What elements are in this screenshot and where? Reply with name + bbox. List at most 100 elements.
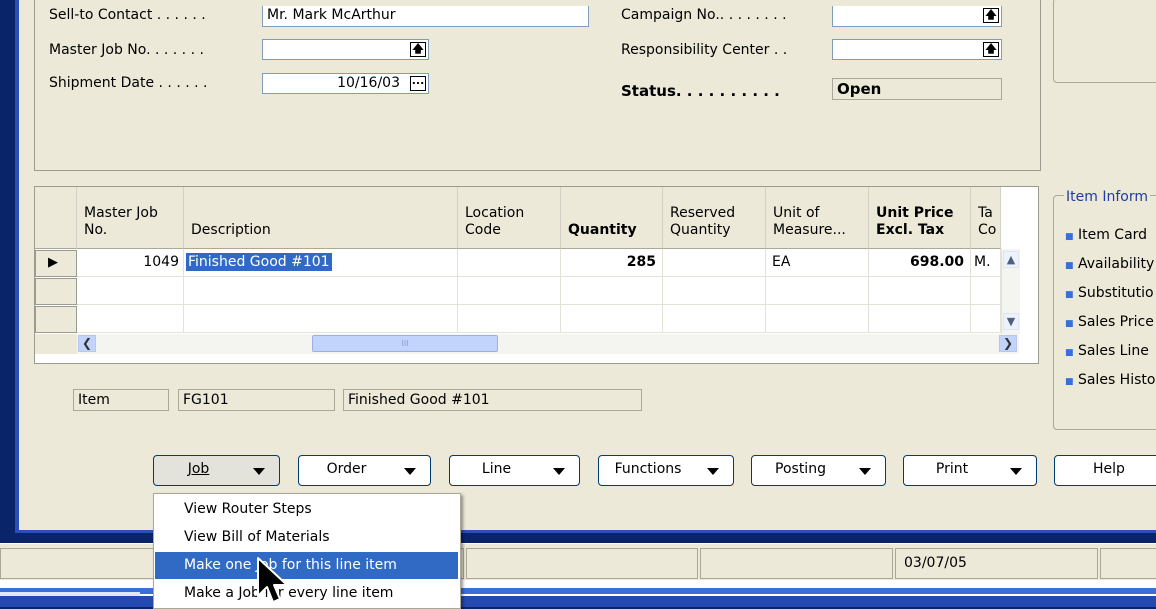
- status-value: Open: [832, 78, 1002, 100]
- cell-master-job-no[interactable]: 1049: [77, 249, 184, 277]
- column-label: Description: [191, 222, 271, 238]
- substitutions-link[interactable]: ■ Substitutio: [1065, 280, 1156, 309]
- master-job-no-label: Master Job No. . . . . . .: [49, 42, 204, 58]
- column-header-reserved-quantity[interactable]: Reserved Quantity: [663, 187, 766, 249]
- item-card-link[interactable]: ■ Item Card: [1065, 222, 1156, 251]
- line-type-field: Item: [73, 389, 169, 411]
- cell-unit-price[interactable]: 698.00: [869, 249, 971, 277]
- empty-cell[interactable]: [77, 305, 184, 333]
- column-label: Unit of: [773, 205, 820, 221]
- print-menu-button[interactable]: Print: [903, 455, 1037, 486]
- row-selector-current[interactable]: ▶: [35, 250, 77, 277]
- empty-cell[interactable]: [766, 277, 869, 305]
- taskbar-line: [0, 592, 140, 596]
- item-information-title: Item Inform: [1064, 189, 1150, 205]
- cell-quantity[interactable]: 285: [561, 249, 663, 277]
- horizontal-scrollbar[interactable]: ❮ III ❯: [77, 334, 1019, 354]
- chevron-down-icon: [707, 468, 719, 475]
- empty-cell[interactable]: [561, 277, 663, 305]
- chevron-down-icon: [1010, 468, 1022, 475]
- row-selector[interactable]: [35, 278, 77, 305]
- work-date: 03/07/05: [895, 548, 1098, 579]
- column-header-description[interactable]: Description: [184, 187, 458, 249]
- empty-cell[interactable]: [663, 305, 766, 333]
- sales-history-link-label: Sales Histo: [1077, 372, 1156, 388]
- availability-link[interactable]: ■ Availability: [1065, 251, 1156, 280]
- menu-item-make-job-every-line[interactable]: Make a Job for every line item: [155, 580, 458, 607]
- column-header-quantity[interactable]: Quantity: [561, 187, 663, 249]
- sell-to-contact-field[interactable]: Mr. Mark McArthur: [262, 6, 589, 27]
- empty-cell[interactable]: [561, 305, 663, 333]
- empty-cell[interactable]: [663, 277, 766, 305]
- column-header-unit-of-measure[interactable]: Unit of Measure...: [766, 187, 869, 249]
- empty-cell[interactable]: [77, 277, 184, 305]
- cell-tax[interactable]: M.: [971, 249, 1001, 277]
- line-button-label: Line: [481, 461, 512, 477]
- job-menu-button[interactable]: Job: [153, 455, 280, 486]
- empty-cell[interactable]: [458, 305, 561, 333]
- cell-location-code[interactable]: [458, 249, 561, 277]
- item-information-links: ■ Item Card ■ Availability ■ Substitutio…: [1065, 222, 1156, 396]
- menu-item-view-bill-of-materials[interactable]: View Bill of Materials: [155, 524, 458, 551]
- column-label: Code: [465, 222, 501, 238]
- vertical-scrollbar[interactable]: ▲ ▼: [1001, 249, 1020, 334]
- line-no-field: FG101: [178, 389, 335, 411]
- sales-prices-link[interactable]: ■ Sales Price: [1065, 309, 1156, 338]
- cell-reserved-quantity[interactable]: [663, 249, 766, 277]
- column-label: Ta: [978, 205, 993, 221]
- scroll-right-icon[interactable]: ❯: [999, 335, 1017, 352]
- sales-lines-grid: Master Job No. Description Location Code Q…: [34, 186, 1039, 364]
- selected-description-text[interactable]: Finished Good #101: [186, 253, 332, 271]
- empty-cell[interactable]: [869, 277, 971, 305]
- column-label: Unit Price: [876, 205, 954, 221]
- sell-to-contact-value: Mr. Mark McArthur: [267, 7, 396, 23]
- column-label: Excl. Tax: [876, 222, 945, 238]
- empty-cell[interactable]: [971, 305, 1001, 333]
- cell-description[interactable]: Finished Good #101: [184, 249, 458, 277]
- empty-cell[interactable]: [458, 277, 561, 305]
- sales-history-link[interactable]: ■ Sales Histo: [1065, 367, 1156, 396]
- help-button[interactable]: Help: [1054, 455, 1156, 486]
- item-card-link-label: Item Card: [1077, 227, 1148, 243]
- scrollbar-corner: [35, 334, 77, 354]
- column-label: Quantity: [670, 222, 731, 238]
- functions-menu-button[interactable]: Functions: [598, 455, 734, 486]
- print-button-label: Print: [935, 461, 969, 477]
- column-label: Measure...: [773, 222, 846, 238]
- shipment-date-field[interactable]: 10/16/03...: [262, 73, 429, 94]
- menu-item-make-one-job[interactable]: Make one Job for this line item: [155, 552, 458, 579]
- lookup-arrow-icon[interactable]: 🡅: [410, 42, 426, 57]
- status-cell: [700, 548, 893, 579]
- lookup-arrow-icon[interactable]: 🡅: [983, 42, 999, 57]
- column-header-location-code[interactable]: Location Code: [458, 187, 561, 249]
- shipment-date-label: Shipment Date . . . . . .: [49, 75, 208, 91]
- empty-cell[interactable]: [184, 277, 458, 305]
- row-selector[interactable]: [35, 306, 77, 333]
- scroll-thumb-grip: III: [401, 339, 409, 348]
- scroll-down-icon[interactable]: ▼: [1003, 313, 1019, 330]
- empty-cell[interactable]: [971, 277, 1001, 305]
- sales-line-discounts-link[interactable]: ■ Sales Line: [1065, 338, 1156, 367]
- column-header-master-job-no[interactable]: Master Job No.: [77, 187, 184, 249]
- cell-unit-of-measure[interactable]: EA: [766, 249, 869, 277]
- column-header-unit-price[interactable]: Unit Price Excl. Tax: [869, 187, 971, 249]
- master-job-no-field[interactable]: 🡅: [262, 39, 429, 60]
- posting-menu-button[interactable]: Posting: [751, 455, 886, 486]
- empty-cell[interactable]: [869, 305, 971, 333]
- responsibility-center-field[interactable]: 🡅: [832, 39, 1002, 60]
- empty-cell[interactable]: [184, 305, 458, 333]
- column-header-tax[interactable]: Ta Co: [971, 187, 1001, 249]
- campaign-no-field[interactable]: 🡅: [832, 6, 1002, 27]
- current-row-arrow-icon: ▶: [48, 255, 58, 270]
- scroll-left-icon[interactable]: ❮: [78, 335, 96, 352]
- line-menu-button[interactable]: Line: [449, 455, 580, 486]
- order-menu-button[interactable]: Order: [298, 455, 431, 486]
- lookup-arrow-icon[interactable]: 🡅: [983, 8, 999, 23]
- menu-item-view-router-steps[interactable]: View Router Steps: [155, 496, 458, 523]
- calendar-ellipsis-icon[interactable]: ...: [410, 75, 426, 91]
- factbox-panel-top: [1053, 0, 1156, 83]
- horizontal-scroll-thumb[interactable]: III: [312, 335, 498, 352]
- shipment-date-value: 10/16/03: [337, 75, 400, 91]
- empty-cell[interactable]: [766, 305, 869, 333]
- scroll-up-icon[interactable]: ▲: [1003, 251, 1019, 268]
